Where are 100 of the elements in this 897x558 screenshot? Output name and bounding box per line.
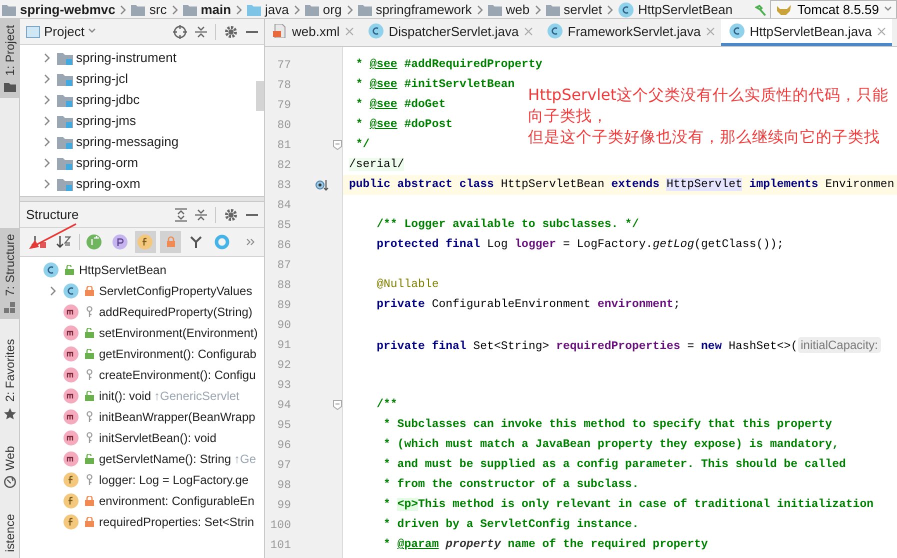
method-icon xyxy=(63,388,79,404)
breadcrumb-item[interactable]: src xyxy=(131,2,167,18)
fold-icon[interactable] xyxy=(333,400,342,410)
project-tree-item[interactable]: spring-messaging xyxy=(20,131,254,152)
code-line: * (which must match a JavaBean property they expose) is mandatory, xyxy=(382,437,839,453)
locate-button[interactable] xyxy=(173,24,187,38)
breadcrumb-item[interactable]: servlet xyxy=(546,2,602,18)
structure-item[interactable]: init(): void ↑GenericServlet xyxy=(20,385,264,406)
scrollbar-thumb[interactable] xyxy=(256,81,264,111)
editor-tab[interactable]: HttpServletBean.java xyxy=(720,19,892,46)
tool-window-tab[interactable]: Web xyxy=(0,440,19,494)
structure-item[interactable]: initBeanWrapper(BeanWrapp xyxy=(20,406,264,427)
line-number: 96 xyxy=(276,438,291,452)
breadcrumb-item[interactable]: web xyxy=(488,2,530,18)
line-number: 97 xyxy=(276,458,291,472)
breadcrumb-item[interactable]: HttpServletBean xyxy=(618,2,733,18)
structure-item[interactable]: setEnvironment(Environment) xyxy=(20,322,264,343)
collapse-all-button[interactable] xyxy=(195,208,207,222)
method-icon xyxy=(63,346,79,362)
star-icon xyxy=(4,408,16,420)
implements-icon[interactable] xyxy=(315,178,329,192)
code-line: * and must be supplied as a config parameter. This should be called xyxy=(382,457,846,473)
key-icon xyxy=(86,474,92,485)
tool-window-tab[interactable]: 2: Favorites xyxy=(0,332,19,426)
folder-icon xyxy=(4,82,16,92)
window-icon xyxy=(26,26,40,38)
method-icon xyxy=(63,450,79,466)
tool-window-tab[interactable]: istence xyxy=(0,508,19,558)
line-number: 80 xyxy=(276,118,291,132)
line-number: 100 xyxy=(269,518,291,532)
chevron-icon xyxy=(43,136,51,146)
expand-all-button[interactable] xyxy=(175,208,187,222)
fold-icon[interactable] xyxy=(333,140,342,150)
class-icon xyxy=(63,282,79,298)
separator-icon xyxy=(235,5,244,15)
project-tree-item[interactable]: spring-jdbc xyxy=(20,89,254,110)
line-number: 94 xyxy=(276,398,291,412)
toolbar-button[interactable] xyxy=(134,231,156,253)
chevron-icon xyxy=(43,94,51,104)
ring-icon xyxy=(214,234,230,250)
structure-item[interactable]: getServletName(): String ↑Ge xyxy=(20,448,264,469)
editor-tab[interactable]: FrameworkServlet.java xyxy=(538,19,721,46)
structure-item[interactable]: ServletConfigPropertyValues xyxy=(20,280,264,301)
project-tree-item[interactable]: spring-jcl xyxy=(20,68,254,89)
tool-window-tab[interactable]: 7: Structure xyxy=(0,228,19,319)
project-tree-item[interactable]: spring-oxm xyxy=(20,173,254,194)
folder-icon xyxy=(57,134,73,148)
collapse-all-icon xyxy=(195,208,207,222)
expand-all-icon xyxy=(175,208,187,222)
annotation-note: HttpServlet这个父类没有什么实质性的代码，只能 向子类找， 但是这个子类好像也没有，那么继续向它的子类找 xyxy=(528,85,888,148)
project-tree-item[interactable]: spring-orm xyxy=(20,152,254,173)
structure-item[interactable]: initServletBean(): void xyxy=(20,427,264,448)
tool-window-tab[interactable]: 1: Project xyxy=(0,19,19,98)
field-icon xyxy=(137,234,154,250)
line-number: 86 xyxy=(276,238,291,252)
chevron-icon xyxy=(43,52,51,62)
sort-icon xyxy=(30,234,47,250)
key-icon xyxy=(86,369,92,380)
structure-item[interactable]: logger: Log = LogFactory.ge xyxy=(20,469,264,490)
code-line: * @see #initServletBean xyxy=(354,77,515,93)
method-icon xyxy=(63,430,79,446)
code-line: private final Set<String> requiredProperties = new HashSet<>( initialCapacity: xyxy=(349,335,882,355)
code-line: protected final Log logger = LogFactory.getLog(getClass()); xyxy=(376,237,784,253)
minimize-button[interactable] xyxy=(246,30,258,32)
folder-icon xyxy=(247,4,262,16)
structure-item[interactable]: environment: ConfigurableEn xyxy=(20,490,264,511)
separator-icon xyxy=(119,5,128,15)
breadcrumb-item[interactable]: spring-webmvc xyxy=(2,2,116,18)
class-icon xyxy=(43,262,59,278)
separator-icon xyxy=(346,5,354,15)
structure-item[interactable]: requiredProperties: Set<Strin xyxy=(20,511,264,532)
breadcrumb-item[interactable]: java xyxy=(247,2,289,18)
breadcrumb-item[interactable]: springframework xyxy=(358,2,472,18)
unlocked-icon xyxy=(64,264,74,274)
key-icon xyxy=(86,306,92,317)
method-icon xyxy=(63,304,79,320)
code-line: @Nullable xyxy=(376,277,439,293)
project-tree-item[interactable]: spring-instrument xyxy=(20,47,254,68)
run-config-dropdown[interactable]: Tomcat 8.5.59 xyxy=(770,0,897,18)
minimize-button[interactable] xyxy=(246,214,258,216)
structure-item[interactable]: createEnvironment(): Configu xyxy=(20,364,264,385)
project-tree-item[interactable]: spring-jms xyxy=(20,110,254,131)
structure-item[interactable]: HttpServletBean xyxy=(20,259,264,280)
editor-tab[interactable]: web.xml xyxy=(265,19,360,46)
lock-icon xyxy=(84,516,94,526)
breadcrumb-item[interactable]: org xyxy=(304,2,342,18)
line-number: 99 xyxy=(276,498,291,512)
folder-icon xyxy=(358,4,372,16)
line-number: 77 xyxy=(276,58,291,72)
editor-tab[interactable]: DispatcherServlet.java xyxy=(360,19,539,46)
more-icon[interactable] xyxy=(246,238,256,246)
structure-item[interactable]: getEnvironment(): Configurab xyxy=(20,343,264,364)
breadcrumb-item[interactable]: main xyxy=(182,2,232,18)
settings-button[interactable] xyxy=(224,24,238,38)
line-number: 79 xyxy=(276,98,291,112)
folder-icon xyxy=(546,4,560,16)
folder-icon xyxy=(488,4,502,16)
collapse-all-button[interactable] xyxy=(195,24,207,38)
settings-button[interactable] xyxy=(224,208,238,222)
structure-item[interactable]: addRequiredProperty(String) xyxy=(20,301,264,322)
